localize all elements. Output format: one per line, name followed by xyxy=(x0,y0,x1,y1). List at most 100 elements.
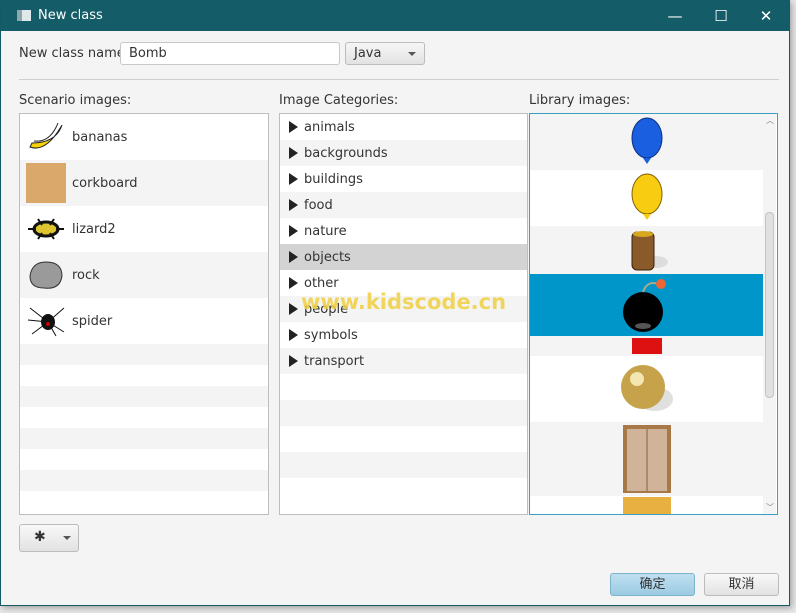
library-images-label: Library images: xyxy=(529,93,631,108)
category-label: food xyxy=(304,197,333,213)
scenario-image-name: rock xyxy=(72,267,100,283)
library-image-barrel[interactable] xyxy=(530,226,764,274)
expand-arrow-icon[interactable] xyxy=(289,329,298,341)
settings-menu-button[interactable]: ✱ xyxy=(19,524,79,552)
chevron-down-icon xyxy=(408,52,416,60)
ok-button[interactable]: 确定 xyxy=(610,573,695,596)
library-image-elevator-door[interactable] xyxy=(530,422,764,496)
scenario-image-item[interactable]: spider xyxy=(20,298,268,344)
elevator-door-icon xyxy=(621,425,673,493)
scrollbar[interactable]: ︿ ﹀ xyxy=(763,114,776,514)
gold-door-icon xyxy=(621,497,673,514)
library-image-red-brick[interactable] xyxy=(530,336,764,356)
library-images-list[interactable]: ︿ ﹀ xyxy=(529,113,778,515)
blue-balloon-icon xyxy=(627,116,667,168)
corkboard-icon xyxy=(20,163,72,203)
red-brick-icon xyxy=(632,338,662,354)
class-name-input[interactable]: Bomb xyxy=(120,42,340,65)
scenario-image-item[interactable]: bananas xyxy=(20,114,268,160)
empty-row xyxy=(280,400,527,426)
minimize-button[interactable]: — xyxy=(652,1,698,31)
yellow-balloon-icon xyxy=(627,172,667,224)
category-label: nature xyxy=(304,223,347,239)
category-item-backgrounds[interactable]: backgrounds xyxy=(280,140,527,166)
scenario-images-label: Scenario images: xyxy=(19,93,132,108)
library-image-gold-door[interactable] xyxy=(530,496,764,514)
scenario-image-name: bananas xyxy=(72,129,128,145)
title-bar: New class — ☐ ✕ xyxy=(1,1,789,31)
class-name-label: New class name: xyxy=(19,46,130,61)
category-item-nature[interactable]: nature xyxy=(280,218,527,244)
window-icon xyxy=(17,10,31,21)
image-categories-label: Image Categories: xyxy=(279,93,399,108)
expand-arrow-icon[interactable] xyxy=(289,147,298,159)
language-select[interactable]: Java xyxy=(345,42,425,65)
category-item-symbols[interactable]: symbols xyxy=(280,322,527,348)
expand-arrow-icon[interactable] xyxy=(289,173,298,185)
scroll-up-icon[interactable]: ︿ xyxy=(766,115,774,126)
category-label: symbols xyxy=(304,327,358,343)
empty-row xyxy=(20,386,268,407)
category-label: buildings xyxy=(304,171,363,187)
divider xyxy=(19,79,779,80)
category-label: transport xyxy=(304,353,365,369)
category-item-animals[interactable]: animals xyxy=(280,114,527,140)
expand-arrow-icon[interactable] xyxy=(289,355,298,367)
library-image-yellow-balloon[interactable] xyxy=(530,170,764,226)
category-label: other xyxy=(304,275,339,291)
empty-row xyxy=(20,407,268,428)
scenario-image-name: lizard2 xyxy=(72,221,116,237)
scenario-image-name: spider xyxy=(72,313,113,329)
category-item-transport[interactable]: transport xyxy=(280,348,527,374)
empty-row xyxy=(20,449,268,470)
scrollbar-thumb[interactable] xyxy=(765,212,774,398)
image-categories-list[interactable]: animals backgrounds buildings food nature obj… xyxy=(279,113,528,515)
category-label: backgrounds xyxy=(304,145,388,161)
language-value: Java xyxy=(354,46,382,61)
empty-row xyxy=(280,452,527,478)
empty-row xyxy=(20,470,268,491)
library-image-gold-ball[interactable] xyxy=(530,356,764,422)
expand-arrow-icon[interactable] xyxy=(289,277,298,289)
empty-row xyxy=(280,426,527,452)
expand-arrow-icon[interactable] xyxy=(289,303,298,315)
banana-icon xyxy=(20,119,72,155)
maximize-button[interactable]: ☐ xyxy=(698,1,744,31)
category-item-buildings[interactable]: buildings xyxy=(280,166,527,192)
gold-ball-icon xyxy=(617,361,677,417)
chevron-down-icon xyxy=(63,536,71,544)
scenario-image-name: corkboard xyxy=(72,175,138,191)
empty-row xyxy=(280,478,527,504)
empty-row xyxy=(20,365,268,386)
new-class-dialog: New class — ☐ ✕ New class name: Bomb Jav… xyxy=(0,0,790,606)
empty-row xyxy=(20,428,268,449)
cancel-button[interactable]: 取消 xyxy=(704,573,779,596)
watermark: www.kidscode.cn xyxy=(301,290,507,314)
scenario-images-list[interactable]: bananas corkboard lizard2 rock spider xyxy=(19,113,269,515)
window-title: New class xyxy=(38,8,103,23)
scroll-down-icon[interactable]: ﹀ xyxy=(766,502,774,513)
close-button[interactable]: ✕ xyxy=(743,1,789,31)
empty-row xyxy=(280,374,527,400)
category-item-food[interactable]: food xyxy=(280,192,527,218)
expand-arrow-icon[interactable] xyxy=(289,225,298,237)
expand-arrow-icon[interactable] xyxy=(289,121,298,133)
empty-row xyxy=(20,344,268,365)
category-item-objects[interactable]: objects xyxy=(280,244,527,270)
category-label: animals xyxy=(304,119,355,135)
gear-icon: ✱ xyxy=(34,529,46,545)
scenario-image-item[interactable]: corkboard xyxy=(20,160,268,206)
expand-arrow-icon[interactable] xyxy=(289,251,298,263)
rock-icon xyxy=(20,258,72,292)
lizard-icon xyxy=(20,214,72,244)
spider-icon xyxy=(20,304,72,338)
empty-row xyxy=(20,491,268,512)
scenario-image-item[interactable]: lizard2 xyxy=(20,206,268,252)
expand-arrow-icon[interactable] xyxy=(289,199,298,211)
category-label: objects xyxy=(304,249,351,265)
library-image-bomb[interactable] xyxy=(530,274,764,336)
scenario-image-item[interactable]: rock xyxy=(20,252,268,298)
barrel-icon xyxy=(622,228,672,272)
library-image-blue-balloon[interactable] xyxy=(530,114,764,170)
bomb-icon xyxy=(619,276,675,334)
